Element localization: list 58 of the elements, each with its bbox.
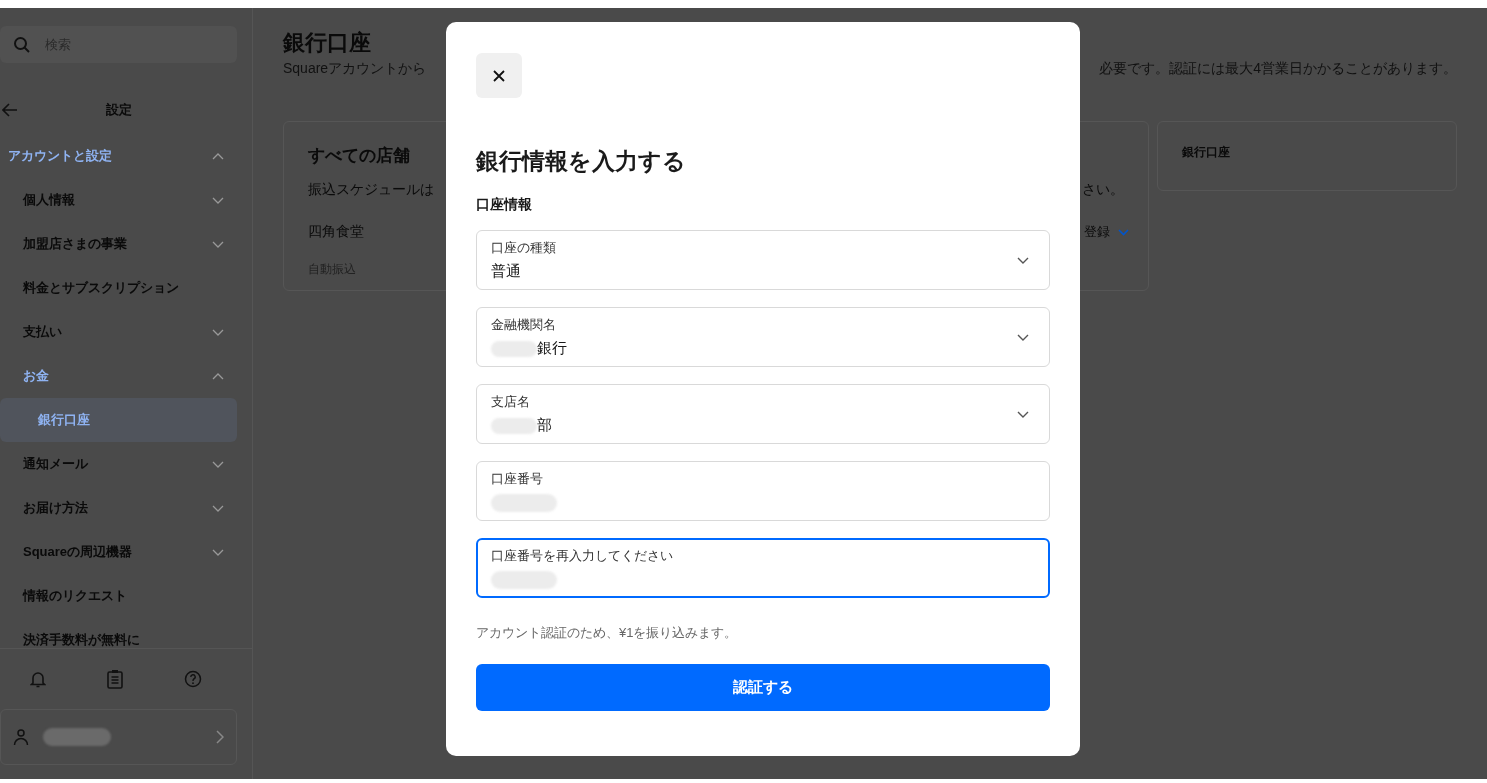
back-arrow-icon[interactable]	[2, 103, 18, 117]
page-title: 銀行口座	[283, 29, 372, 57]
section-heading: 口座情報	[476, 196, 533, 214]
field-label: 口座の種類	[491, 238, 557, 257]
sidebar-item[interactable]: お届け方法	[0, 486, 252, 530]
chevron-down-icon	[212, 460, 224, 468]
sidebar-title: 設定	[106, 101, 132, 119]
sidebar-item[interactable]: 個人情報	[0, 178, 252, 222]
sidebar-item[interactable]: 決済手数料が無料に	[0, 618, 252, 648]
person-icon	[13, 728, 29, 746]
card-text: 振込スケジュールは	[308, 181, 434, 199]
field-value: 銀行	[537, 339, 567, 358]
chevron-right-icon	[216, 730, 224, 744]
help-icon[interactable]	[183, 670, 202, 688]
close-button[interactable]	[476, 53, 522, 98]
chevron-down-icon	[212, 240, 224, 248]
card-text: さい。	[1082, 181, 1124, 199]
chevron-up-icon	[212, 152, 224, 160]
chevron-down-icon	[212, 196, 224, 204]
field-value: 部	[537, 416, 552, 435]
bell-icon[interactable]	[30, 670, 47, 688]
field-label: 支店名	[491, 392, 531, 411]
chevron-down-icon	[212, 504, 224, 512]
field-label: 金融機関名	[491, 315, 557, 334]
select-field[interactable]: 金融機関名 銀行	[476, 307, 1050, 367]
sidebar-item[interactable]: 情報のリクエスト	[0, 574, 252, 618]
input-field[interactable]: 口座番号	[476, 461, 1050, 521]
info-note: アカウント認証のため、¥1を振り込みます。	[476, 624, 739, 642]
sidebar-item[interactable]: 通知メール	[0, 442, 252, 486]
field-value: 普通	[491, 262, 521, 281]
chevron-down-icon	[1017, 410, 1029, 418]
sidebar-item[interactable]: アカウントと設定	[0, 134, 252, 178]
sidebar-item[interactable]: 加盟店さまの事業	[0, 222, 252, 266]
close-icon	[493, 69, 505, 82]
select-field[interactable]: 口座の種類 普通	[476, 230, 1050, 290]
chevron-down-icon	[1118, 228, 1129, 236]
input-field[interactable]: 口座番号を再入力してください	[476, 538, 1050, 598]
verify-button[interactable]: 認証する	[476, 664, 1050, 711]
sidebar-item[interactable]: Squareの周辺機器	[0, 530, 252, 574]
field-label: 口座番号	[491, 469, 544, 488]
sidebar-item[interactable]: お金	[0, 354, 252, 398]
card-title: すべての店舗	[308, 145, 410, 167]
card-title: 銀行口座	[1182, 144, 1231, 161]
clipboard-icon[interactable]	[107, 669, 123, 689]
field-label: 口座番号を再入力してください	[491, 546, 674, 565]
select-field[interactable]: 支店名 部	[476, 384, 1050, 444]
sidebar-item[interactable]: 支払い	[0, 310, 252, 354]
sidebar-item[interactable]: 銀行口座	[0, 398, 237, 442]
chevron-down-icon	[212, 328, 224, 336]
location-name: 四角食堂	[308, 223, 364, 241]
chevron-down-icon	[1017, 256, 1029, 264]
register-link[interactable]: 登録	[1084, 223, 1129, 241]
chevron-down-icon	[212, 548, 224, 556]
chevron-down-icon	[1017, 333, 1029, 341]
chevron-up-icon	[212, 372, 224, 380]
dialog-title: 銀行情報を入力する	[476, 147, 687, 176]
sidebar-item[interactable]: 料金とサブスクリプション	[0, 266, 252, 310]
account-card[interactable]	[0, 709, 237, 765]
